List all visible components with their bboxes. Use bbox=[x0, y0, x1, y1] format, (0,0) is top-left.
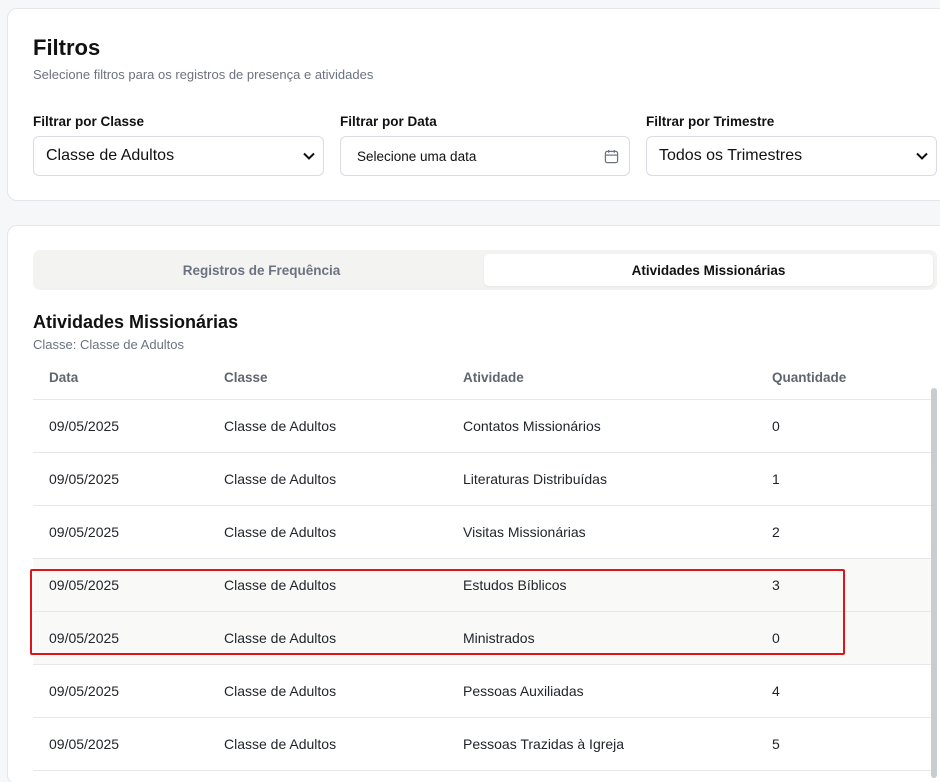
cell-activity: Contatos Missionários bbox=[463, 418, 601, 434]
date-filter-label: Filtrar por Data bbox=[340, 114, 437, 129]
calendar-icon bbox=[593, 149, 629, 164]
cell-date: 09/05/2025 bbox=[49, 577, 120, 593]
table-row: 09/05/2025 Classe de Adultos Estudos Bíbli… bbox=[33, 559, 937, 612]
table-row: 09/05/2025 Classe de Adultos Ministrados 0 bbox=[33, 612, 937, 665]
table-row: 09/05/2025 Classe de Adultos Literaturas D… bbox=[33, 453, 937, 506]
section-subtitle: Classe: Classe de Adultos bbox=[33, 337, 185, 352]
cell-quantity: 3 bbox=[772, 577, 780, 593]
class-select[interactable]: Classe de Adultos bbox=[33, 136, 324, 176]
cell-class: Classe de Adultos bbox=[224, 630, 337, 646]
tab-list: Registros de Frequência Atividades Missi… bbox=[33, 250, 937, 290]
cell-class: Classe de Adultos bbox=[224, 683, 337, 699]
cell-class: Classe de Adultos bbox=[224, 524, 337, 540]
table-row: 09/05/2025 Classe de Adultos Pessoas Auxil… bbox=[33, 665, 937, 718]
filters-title: Filtros bbox=[33, 35, 101, 60]
cell-quantity: 0 bbox=[772, 630, 780, 646]
cell-date: 09/05/2025 bbox=[49, 630, 120, 646]
cell-activity: Visitas Missionárias bbox=[463, 524, 586, 540]
filters-subtitle: Selecione filtros para os registros de p… bbox=[33, 67, 374, 82]
cell-class: Classe de Adultos bbox=[224, 577, 337, 593]
cell-activity: Estudos Bíblicos bbox=[463, 577, 567, 593]
cell-class: Classe de Adultos bbox=[224, 736, 337, 752]
table-header-row: Data Classe Atividade Quantidade bbox=[33, 355, 937, 400]
column-header-quantity: Quantidade bbox=[772, 369, 847, 385]
class-select-value: Classe de Adultos bbox=[46, 147, 175, 164]
cell-class: Classe de Adultos bbox=[224, 471, 337, 487]
cell-date: 09/05/2025 bbox=[49, 418, 120, 434]
table-row: 09/05/2025 Classe de Adultos Contatos Miss… bbox=[33, 400, 937, 453]
cell-class: Classe de Adultos bbox=[224, 418, 337, 434]
quarter-filter-label: Filtrar por Trimestre bbox=[646, 114, 775, 129]
class-filter-label: Filtrar por Classe bbox=[33, 114, 145, 129]
cell-activity: Pessoas Auxiliadas bbox=[463, 683, 584, 699]
table-scrollbar[interactable] bbox=[931, 388, 937, 778]
quarter-select[interactable]: Todos os Trimestres bbox=[646, 136, 937, 176]
column-header-class: Classe bbox=[224, 369, 268, 385]
chevron-down-icon bbox=[295, 152, 323, 160]
table-row: 09/05/2025 Classe de Adultos Visitas Missi… bbox=[33, 506, 937, 559]
date-picker-button[interactable]: Selecione uma data bbox=[340, 136, 630, 176]
cell-date: 09/05/2025 bbox=[49, 471, 120, 487]
cell-date: 09/05/2025 bbox=[49, 524, 120, 540]
tab-missionary-activities[interactable]: Atividades Missionárias bbox=[484, 254, 933, 286]
chevron-down-icon bbox=[908, 152, 936, 160]
cell-activity: Pessoas Trazidas à Igreja bbox=[463, 736, 625, 752]
cell-activity: Ministrados bbox=[463, 630, 535, 646]
cell-quantity: 2 bbox=[772, 524, 780, 540]
filters-card: Filtros Selecione filtros para os regist… bbox=[7, 8, 940, 201]
cell-quantity: 4 bbox=[772, 683, 780, 699]
table-row: 09/05/2025 Classe de Adultos Pessoas Trazi… bbox=[33, 718, 937, 771]
activities-card: Registros de Frequência Atividades Missi… bbox=[7, 225, 940, 782]
column-header-date: Data bbox=[49, 369, 79, 385]
column-header-activity: Atividade bbox=[463, 369, 524, 385]
tab-attendance-records[interactable]: Registros de Frequência bbox=[37, 254, 486, 286]
cell-quantity: 0 bbox=[772, 418, 780, 434]
cell-quantity: 5 bbox=[772, 736, 780, 752]
date-picker-placeholder: Selecione uma data bbox=[357, 148, 477, 164]
section-title: Atividades Missionárias bbox=[33, 312, 239, 332]
cell-activity: Literaturas Distribuídas bbox=[463, 471, 607, 487]
cell-date: 09/05/2025 bbox=[49, 683, 120, 699]
quarter-select-value: Todos os Trimestres bbox=[659, 147, 803, 164]
cell-date: 09/05/2025 bbox=[49, 736, 120, 752]
cell-quantity: 1 bbox=[772, 471, 780, 487]
activities-table: Data Classe Atividade Quantidade 09/05/2… bbox=[33, 355, 937, 782]
